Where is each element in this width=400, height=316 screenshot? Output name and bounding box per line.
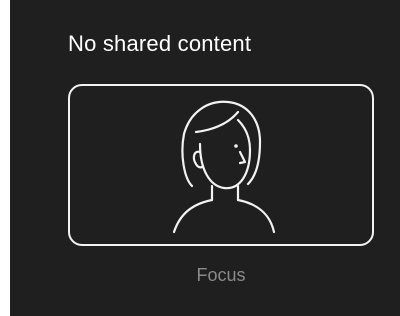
focus-label: Focus — [196, 265, 246, 285]
person-icon — [172, 100, 276, 234]
shared-content-panel: No shared content Focus — [10, 0, 400, 316]
no-shared-content-title: No shared content — [68, 31, 252, 56]
focus-frame-button[interactable] — [68, 84, 374, 246]
